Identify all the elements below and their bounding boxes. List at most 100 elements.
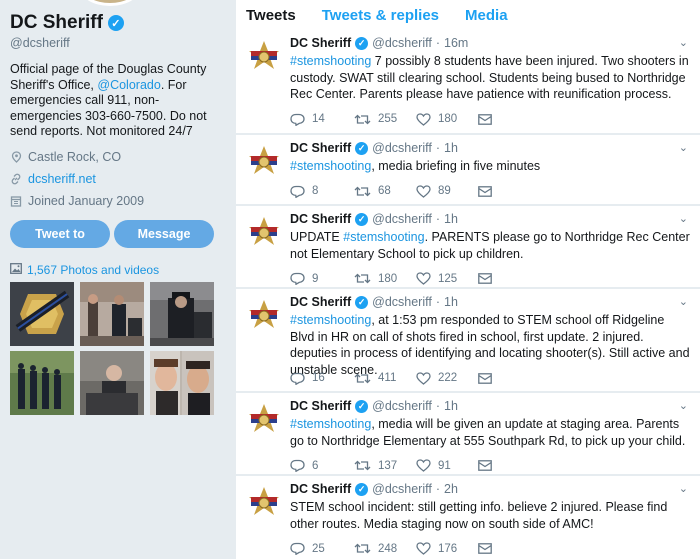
website-link[interactable]: dcsheriff.net — [28, 172, 96, 186]
tweet-text: UPDATE #stemshooting. PARENTS please go … — [290, 229, 692, 262]
direct-message-button[interactable] — [478, 185, 542, 197]
tweet-card[interactable]: DC Sheriff ✓ @dcsheriff · 1h ⌄ #stemshooting, … — [236, 135, 700, 204]
media-thumbnail[interactable] — [150, 282, 214, 346]
chevron-down-icon[interactable]: ⌄ — [679, 482, 688, 495]
media-thumbnail[interactable] — [80, 351, 144, 415]
like-button[interactable]: 89 — [416, 184, 478, 198]
tweet-author-name[interactable]: DC Sheriff — [290, 482, 351, 496]
direct-message-button[interactable] — [478, 543, 542, 554]
media-thumbnail[interactable] — [10, 351, 74, 415]
profile-avatar[interactable] — [80, 0, 140, 6]
tweet-card[interactable]: DC Sheriff ✓ @dcsheriff · 1h ⌄ UPDATE #stemsho… — [236, 206, 700, 287]
profile-handle: @dcsheriff — [10, 36, 70, 50]
tweet-header: DC Sheriff ✓ @dcsheriff · 2h — [290, 482, 458, 496]
tweet-to-button[interactable]: Tweet to — [10, 220, 110, 248]
bio-mention-link[interactable]: @Colorado — [97, 78, 160, 92]
tweet-timestamp[interactable]: 2h — [444, 482, 458, 496]
reply-button[interactable]: 8 — [290, 185, 354, 198]
tweet-author-handle[interactable]: @dcsheriff — [372, 482, 432, 496]
tab-tweets-replies[interactable]: Tweets & replies — [322, 7, 439, 24]
profile-tabs: Tweets Tweets & replies Media — [236, 0, 700, 30]
media-thumbnail[interactable] — [150, 351, 214, 415]
like-button[interactable]: 125 — [416, 272, 478, 285]
calendar-icon — [10, 195, 22, 207]
reply-button[interactable]: 14 — [290, 113, 354, 126]
chevron-down-icon[interactable]: ⌄ — [679, 36, 688, 49]
reply-button[interactable]: 16 — [290, 372, 354, 385]
retweet-button[interactable]: 248 — [354, 542, 416, 555]
tweet-actions: 9 180 125 — [290, 272, 542, 285]
tweet-timestamp[interactable]: 1h — [444, 212, 458, 226]
tweet-author-handle[interactable]: @dcsheriff — [372, 141, 432, 155]
message-button[interactable]: Message — [114, 220, 214, 248]
tweet-timestamp[interactable]: 1h — [444, 295, 458, 309]
like-button[interactable]: 91 — [416, 459, 478, 472]
verified-badge-icon: ✓ — [355, 141, 369, 155]
profile-bio: Official page of the Douglas County Sher… — [10, 62, 220, 140]
tweet-author-name[interactable]: DC Sheriff — [290, 141, 351, 155]
like-button[interactable]: 222 — [416, 371, 478, 385]
retweet-button[interactable]: 68 — [354, 185, 416, 198]
photos-videos-link[interactable]: 1,567 Photos and videos — [10, 263, 159, 277]
direct-message-button[interactable] — [478, 273, 542, 284]
tweet-avatar[interactable] — [245, 297, 283, 335]
reply-icon — [290, 542, 305, 555]
tweet-dot-separator: · — [435, 36, 441, 50]
tab-tweets[interactable]: Tweets — [246, 7, 296, 24]
tweet-timestamp[interactable]: 1h — [444, 141, 458, 155]
reply-count: 8 — [312, 185, 319, 197]
media-thumbnail[interactable] — [10, 282, 74, 346]
profile-name[interactable]: DC Sheriff ✓ — [10, 12, 124, 34]
tweet-text: #stemshooting 7 possibly 8 students have… — [290, 53, 692, 103]
reply-button[interactable]: 6 — [290, 459, 354, 472]
reply-button[interactable]: 9 — [290, 272, 354, 285]
retweet-button[interactable]: 137 — [354, 459, 416, 472]
chevron-down-icon[interactable]: ⌄ — [679, 141, 688, 154]
tab-media[interactable]: Media — [465, 7, 508, 24]
tweet-avatar[interactable] — [245, 484, 283, 522]
like-button[interactable]: 180 — [416, 112, 478, 126]
retweet-count: 68 — [378, 185, 391, 197]
tweet-author-handle[interactable]: @dcsheriff — [372, 399, 432, 413]
tweet-card[interactable]: DC Sheriff ✓ @dcsheriff · 2h ⌄ STEM school inc… — [236, 476, 700, 559]
tweet-avatar[interactable] — [245, 214, 283, 252]
tweet-author-name[interactable]: DC Sheriff — [290, 36, 351, 50]
tweet-author-handle[interactable]: @dcsheriff — [372, 295, 432, 309]
chevron-down-icon[interactable]: ⌄ — [679, 399, 688, 412]
tweet-avatar[interactable] — [245, 38, 283, 76]
tweet-avatar[interactable] — [245, 401, 283, 439]
tweet-card[interactable]: DC Sheriff ✓ @dcsheriff · 16m ⌄ #stemshooting … — [236, 30, 700, 133]
hashtag-link[interactable]: #stemshooting — [290, 417, 371, 431]
direct-message-button[interactable] — [478, 460, 542, 471]
tweet-timestamp[interactable]: 1h — [444, 399, 458, 413]
hashtag-link[interactable]: #stemshooting — [290, 159, 371, 173]
tweet-text: #stemshooting, media will be given an up… — [290, 416, 692, 449]
tweet-card[interactable]: DC Sheriff ✓ @dcsheriff · 1h ⌄ #stemshooting, … — [236, 289, 700, 391]
hashtag-link[interactable]: #stemshooting — [290, 54, 371, 68]
retweet-button[interactable]: 255 — [354, 113, 416, 126]
direct-message-button[interactable] — [478, 113, 542, 125]
retweet-button[interactable]: 411 — [354, 372, 416, 385]
retweet-count: 180 — [378, 272, 398, 285]
like-button[interactable]: 176 — [416, 542, 478, 555]
image-icon — [10, 263, 22, 277]
hashtag-link[interactable]: #stemshooting — [343, 230, 424, 244]
map-pin-icon — [10, 151, 22, 163]
tweet-author-name[interactable]: DC Sheriff — [290, 212, 351, 226]
media-thumbnail[interactable] — [80, 282, 144, 346]
reply-button[interactable]: 25 — [290, 542, 354, 555]
chevron-down-icon[interactable]: ⌄ — [679, 212, 688, 225]
hashtag-link[interactable]: #stemshooting — [290, 313, 371, 327]
chevron-down-icon[interactable]: ⌄ — [679, 295, 688, 308]
tweet-timestamp[interactable]: 16m — [444, 36, 468, 50]
tweet-actions: 16 411 222 — [290, 371, 542, 385]
tweet-card[interactable]: DC Sheriff ✓ @dcsheriff · 1h ⌄ #stemshooting, … — [236, 393, 700, 474]
direct-message-button[interactable] — [478, 372, 542, 384]
tweet-author-handle[interactable]: @dcsheriff — [372, 212, 432, 226]
retweet-button[interactable]: 180 — [354, 272, 416, 285]
tweet-author-name[interactable]: DC Sheriff — [290, 399, 351, 413]
tweet-author-name[interactable]: DC Sheriff — [290, 295, 351, 309]
tweet-text-body: , media briefing in five minutes — [371, 159, 541, 173]
tweet-author-handle[interactable]: @dcsheriff — [372, 36, 432, 50]
tweet-avatar[interactable] — [245, 143, 283, 181]
